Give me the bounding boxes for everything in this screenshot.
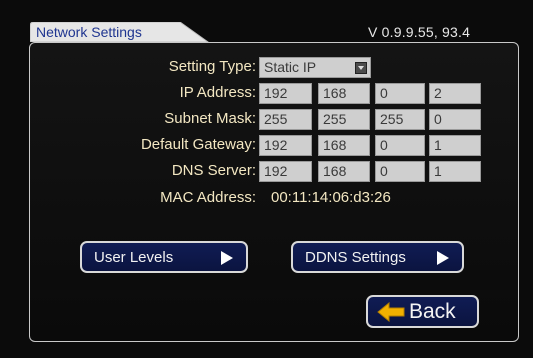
setting-type-select[interactable]: Static IP: [259, 57, 371, 78]
ip-octet-3-field[interactable]: 0: [375, 83, 425, 104]
version-label: V 0.9.9.55, 93.4: [368, 24, 471, 40]
dns-octet-2-field[interactable]: 168: [318, 161, 370, 182]
gateway-octet-2-field[interactable]: 168: [318, 135, 370, 156]
ddns-settings-button[interactable]: DDNS Settings: [291, 241, 464, 273]
back-button[interactable]: Back: [366, 295, 479, 328]
play-icon: [437, 251, 449, 265]
setting-type-value: Static IP: [264, 59, 317, 75]
ip-address-label: IP Address:: [179, 84, 256, 101]
subnet-octet-1-field[interactable]: 255: [259, 109, 312, 130]
ip-octet-2-field[interactable]: 168: [318, 83, 370, 104]
ip-octet-4-field[interactable]: 2: [429, 83, 481, 104]
gateway-octet-3-field[interactable]: 0: [375, 135, 425, 156]
gateway-octet-1-field[interactable]: 192: [259, 135, 312, 156]
chevron-down-icon[interactable]: [355, 62, 367, 74]
subnet-mask-label: Subnet Mask:: [164, 110, 256, 127]
default-gateway-label: Default Gateway:: [140, 136, 256, 153]
network-settings-tab: Network Settings: [30, 22, 210, 42]
mac-address-value: 00:11:14:06:d3:26: [271, 189, 391, 206]
dns-octet-4-field[interactable]: 1: [429, 161, 481, 182]
dns-octet-1-field[interactable]: 192: [259, 161, 312, 182]
dns-server-label: DNS Server:: [171, 162, 256, 179]
subnet-octet-4-field[interactable]: 0: [429, 109, 481, 130]
user-levels-label: User Levels: [94, 249, 174, 266]
ip-octet-1-field[interactable]: 192: [259, 83, 312, 104]
subnet-octet-3-field[interactable]: 255: [375, 109, 425, 130]
gateway-octet-4-field[interactable]: 1: [429, 135, 481, 156]
tab-title: Network Settings: [36, 24, 142, 40]
user-levels-button[interactable]: User Levels: [80, 241, 248, 273]
back-label: Back: [409, 300, 456, 323]
ddns-settings-label: DDNS Settings: [305, 249, 406, 266]
play-icon: [221, 251, 233, 265]
arrow-left-icon: [377, 302, 405, 322]
dns-octet-3-field[interactable]: 0: [375, 161, 425, 182]
mac-address-label: MAC Address:: [160, 189, 256, 206]
subnet-octet-2-field[interactable]: 255: [318, 109, 370, 130]
setting-type-label: Setting Type:: [168, 58, 256, 75]
